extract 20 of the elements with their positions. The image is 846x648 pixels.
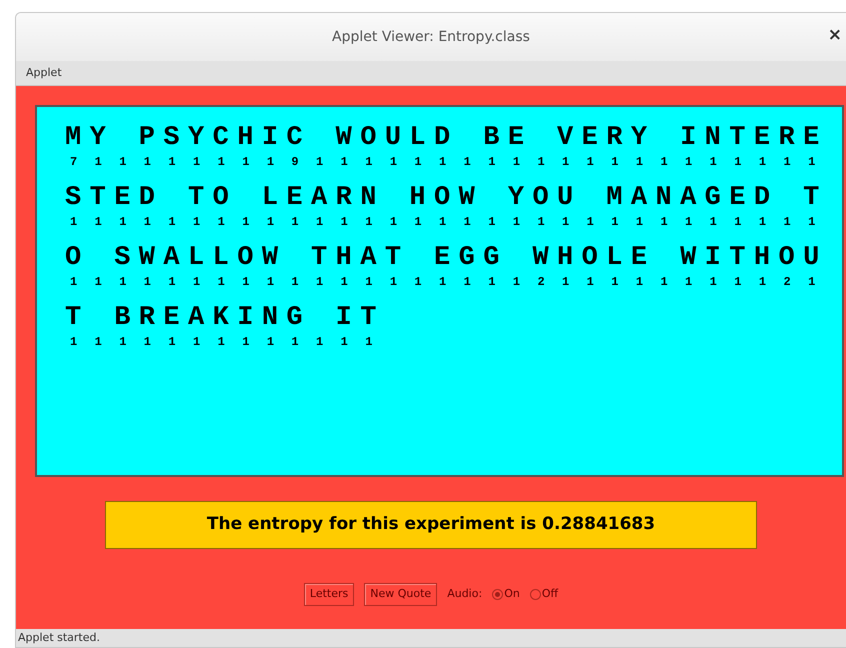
quote-line: STED TO LEARN HOW YOU MANAGED T — [65, 182, 828, 215]
guess-counts: 1 1 1 1 1 1 1 1 1 1 1 1 1 1 1 1 1 1 1 2 1 1 1 1 1 1 1 1 1 2 1 — [70, 275, 820, 289]
action-button[interactable]: New Quote — [364, 583, 438, 606]
quote-line: T BREAKING IT — [65, 302, 385, 335]
close-button[interactable]: × — [826, 27, 844, 44]
menu-item[interactable]: Applet — [26, 64, 62, 82]
quote-line: MY PSYCHIC WOULD BE VERY INTERE — [65, 122, 828, 155]
window-title: Applet Viewer: Entropy.class — [332, 28, 530, 46]
entropy-result: The entropy for this experiment is 0.28841683 — [105, 501, 757, 549]
action-button[interactable]: Letters — [304, 583, 354, 606]
audio-label: Audio: — [447, 586, 482, 602]
radio-button[interactable] — [492, 588, 504, 600]
quote-line: O SWALLOW THAT EGG WHOLE WITHOU — [65, 242, 828, 275]
guess-counts: 1 1 1 1 1 1 1 1 1 1 1 1 1 1 1 1 1 1 1 1 1 1 1 1 1 1 1 1 1 1 1 — [70, 215, 820, 229]
radio-label: Off — [542, 586, 558, 602]
radio-button[interactable] — [530, 588, 541, 600]
status-bar: Applet started. — [16, 629, 846, 647]
radio-label: On — [504, 586, 520, 602]
guess-counts: 7 1 1 1 1 1 1 1 1 9 1 1 1 1 1 1 1 1 1 1 1 1 1 1 1 1 1 1 1 1 1 — [70, 155, 820, 169]
guess-counts: 1 1 1 1 1 1 1 1 1 1 1 1 1 — [70, 335, 378, 349]
